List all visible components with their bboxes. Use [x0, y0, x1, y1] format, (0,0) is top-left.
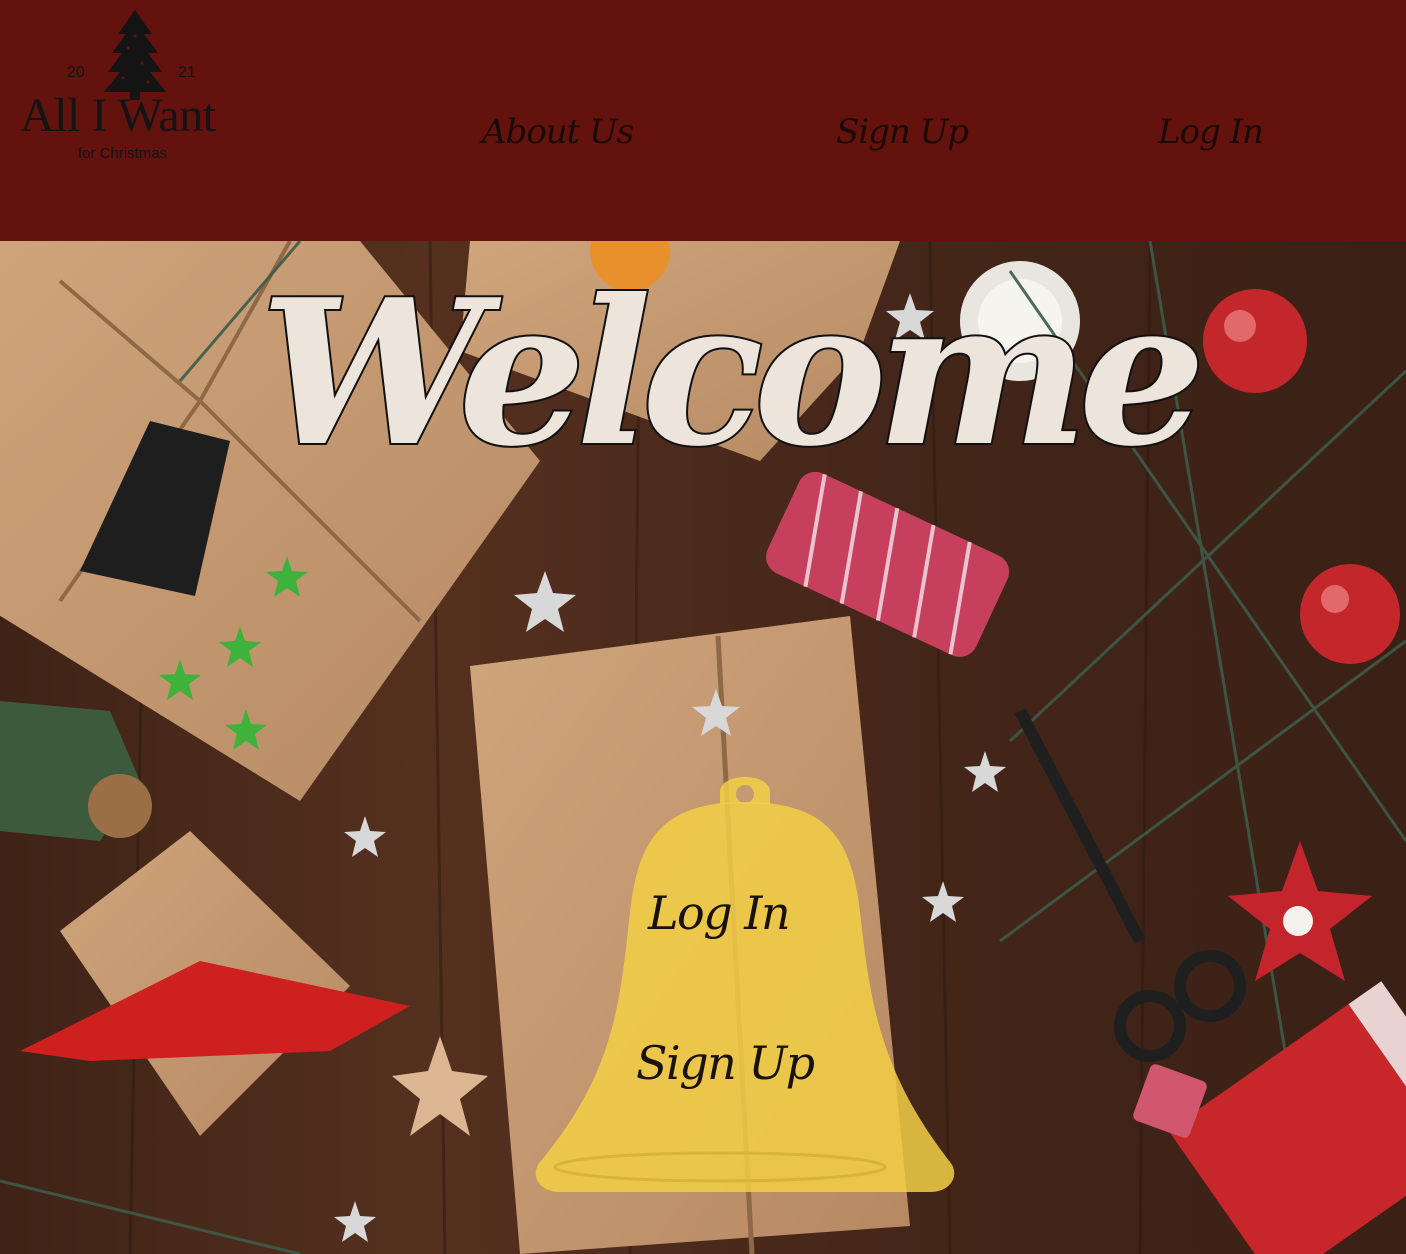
site-logo[interactable]: 20 21 All I Want for Christmas [18, 8, 258, 168]
logo-year-right: 21 [178, 64, 196, 81]
welcome-heading: Welcome [0, 248, 1406, 488]
bell-sign-up-link[interactable]: Sign Up [636, 1036, 815, 1090]
welcome-text: Welcome [260, 256, 1197, 488]
logo-brand-subtitle: for Christmas [78, 145, 168, 162]
nav-about-us-link[interactable]: About Us [482, 112, 634, 152]
logo-brand-name: All I Want [20, 89, 216, 142]
logo-year-left: 20 [67, 64, 85, 81]
nav-sign-up-link[interactable]: Sign Up [836, 112, 969, 152]
bell-menu: Log In Sign Up [520, 772, 970, 1212]
nav-log-in-link[interactable]: Log In [1158, 112, 1264, 152]
bell-log-in-link[interactable]: Log In [648, 886, 791, 940]
site-header: 20 21 All I Want for Christmas About Us … [0, 0, 1406, 241]
page: 20 21 All I Want for Christmas About Us … [0, 0, 1406, 1254]
bell-icon [535, 777, 955, 1192]
